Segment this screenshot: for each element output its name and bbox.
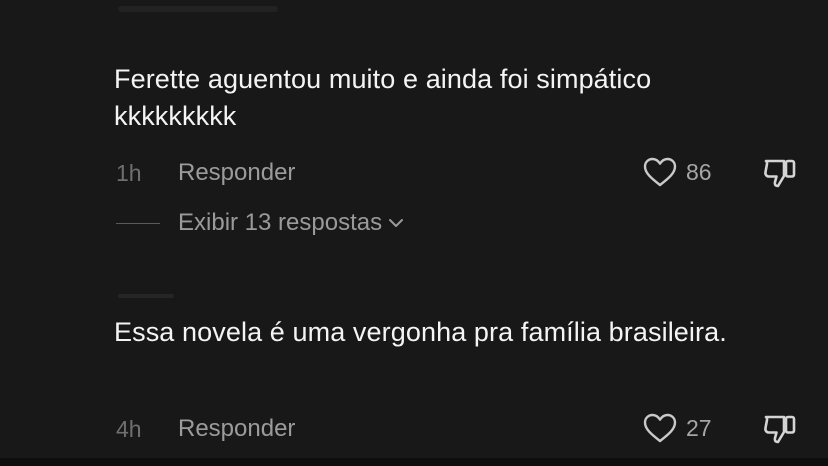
thumbs-down-icon xyxy=(762,156,798,190)
replies-divider xyxy=(116,222,160,224)
like-button[interactable]: 27 xyxy=(642,412,712,444)
view-replies-label: Exibir 13 respostas xyxy=(178,209,383,236)
comment-timestamp: 1h xyxy=(116,160,142,186)
chevron-down-icon xyxy=(382,217,404,229)
reply-button[interactable]: Responder xyxy=(178,415,295,443)
view-replies-button[interactable]: Exibir 13 respostas xyxy=(116,206,404,240)
heart-icon xyxy=(642,156,678,188)
dislike-button[interactable] xyxy=(762,156,798,190)
previous-comment-fragment xyxy=(118,6,278,12)
comment-thread: Ferette aguentou muito e ainda foi simpá… xyxy=(0,0,828,466)
bottom-edge xyxy=(0,458,828,466)
like-button[interactable]: 86 xyxy=(642,156,712,188)
like-count: 27 xyxy=(686,414,712,441)
heart-icon xyxy=(642,412,678,444)
comment-actions: 1h Responder 86 xyxy=(114,156,828,190)
comment-text: Essa novela é uma vergonha pra família b… xyxy=(114,317,727,347)
comment-timestamp: 4h xyxy=(116,416,142,442)
comment-text: Ferette aguentou muito e ainda foi simpá… xyxy=(114,64,652,131)
dislike-button[interactable] xyxy=(762,412,798,446)
author-name-fragment xyxy=(118,294,174,298)
thumbs-down-icon xyxy=(762,412,798,446)
comment-actions: 4h Responder 27 xyxy=(114,412,828,446)
like-count: 86 xyxy=(686,158,712,185)
reply-button[interactable]: Responder xyxy=(178,159,295,187)
